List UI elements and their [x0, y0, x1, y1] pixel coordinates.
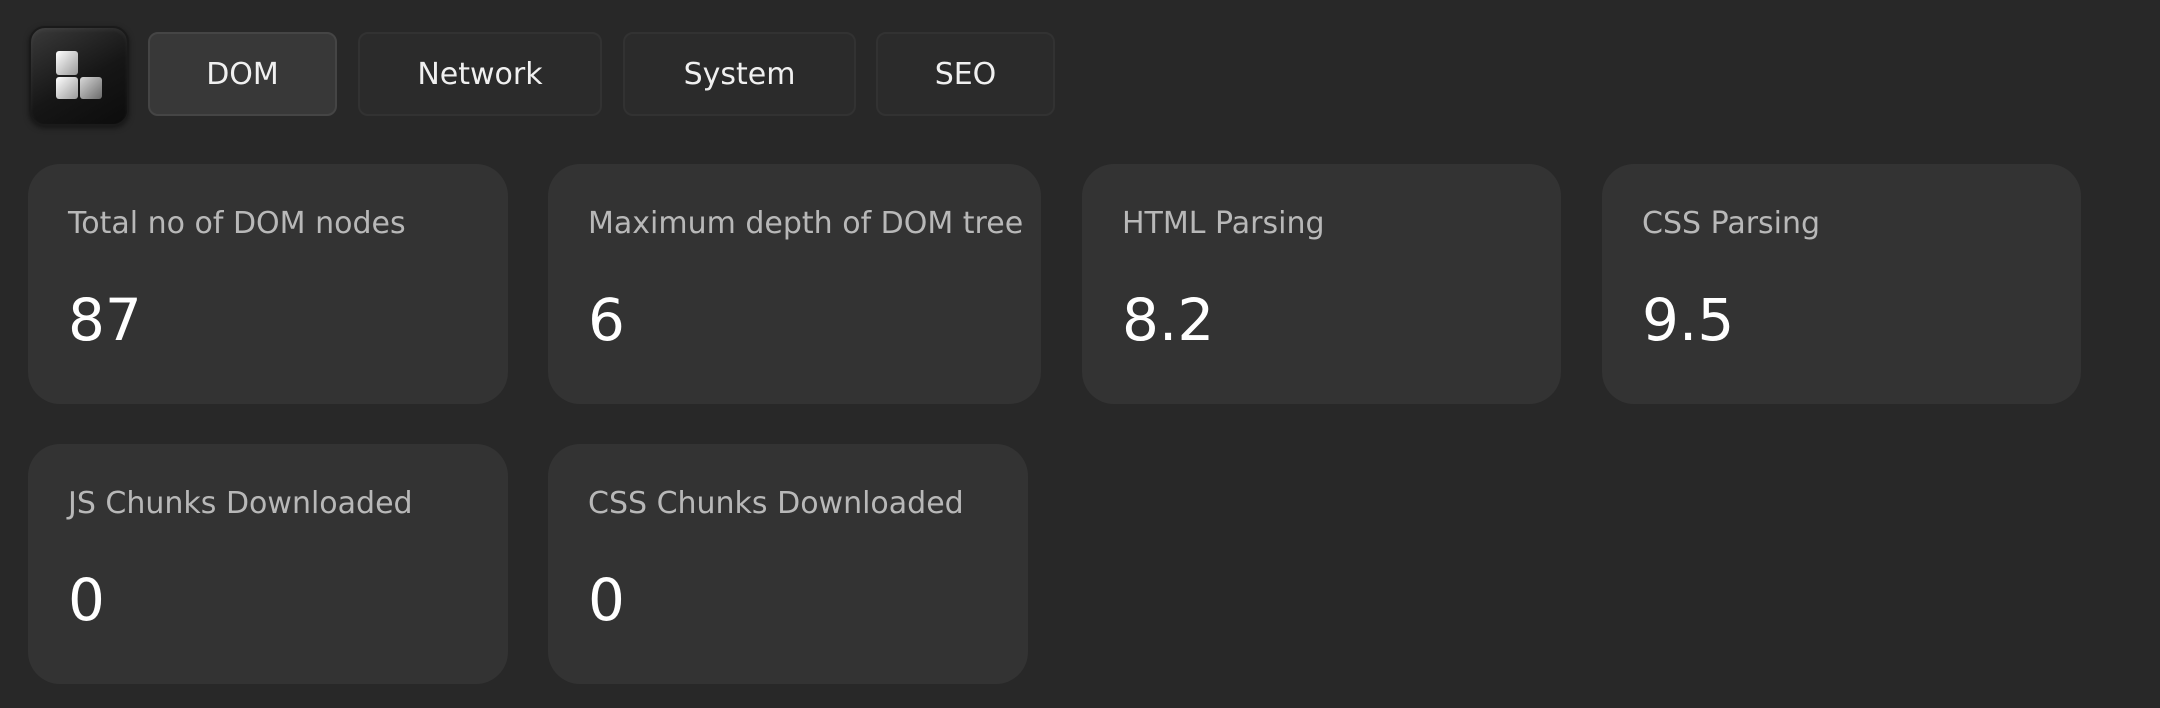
- metric-value: 9.5: [1642, 286, 1735, 354]
- metric-value: 6: [588, 286, 625, 354]
- metric-label: JS Chunks Downloaded: [68, 486, 413, 521]
- blocks-logo-icon: [56, 51, 102, 99]
- metric-card-dom-nodes: Total no of DOM nodes 87: [28, 164, 508, 404]
- metric-card-dom-depth: Maximum depth of DOM tree 6: [548, 164, 1041, 404]
- metric-card-js-chunks: JS Chunks Downloaded 0: [28, 444, 508, 684]
- tab-seo-label: SEO: [934, 56, 997, 92]
- tab-network-label: Network: [417, 56, 543, 92]
- metric-value: 87: [68, 286, 142, 354]
- metric-label: Maximum depth of DOM tree: [588, 206, 1024, 241]
- metric-value: 0: [68, 566, 105, 634]
- metric-card-html-parsing: HTML Parsing 8.2: [1082, 164, 1561, 404]
- app-logo[interactable]: [29, 26, 129, 126]
- tab-system-label: System: [683, 56, 796, 92]
- metric-value: 8.2: [1122, 286, 1215, 354]
- tab-system[interactable]: System: [623, 32, 856, 116]
- metric-label: Total no of DOM nodes: [68, 206, 406, 241]
- metric-label: HTML Parsing: [1122, 206, 1325, 241]
- metric-card-css-chunks: CSS Chunks Downloaded 0: [548, 444, 1028, 684]
- metric-card-css-parsing: CSS Parsing 9.5: [1602, 164, 2081, 404]
- metric-label: CSS Parsing: [1642, 206, 1821, 241]
- metric-value: 0: [588, 566, 625, 634]
- tab-dom[interactable]: DOM: [148, 32, 337, 116]
- metric-label: CSS Chunks Downloaded: [588, 486, 964, 521]
- tab-seo[interactable]: SEO: [876, 32, 1055, 116]
- tab-network[interactable]: Network: [358, 32, 602, 116]
- tab-dom-label: DOM: [206, 56, 279, 92]
